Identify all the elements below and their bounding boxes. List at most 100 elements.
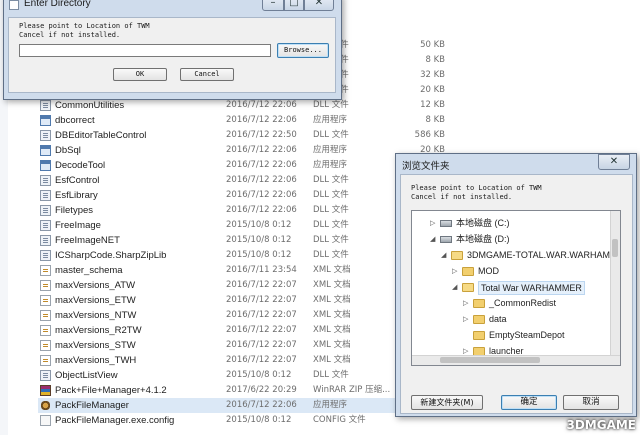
expanded-chevron-icon[interactable]: ◢ — [441, 248, 449, 263]
file-row[interactable]: maxVersions_ATW 2016/7/12 22:07 XML 文档 — [38, 278, 448, 293]
tree-node-label: MOD — [478, 266, 499, 276]
new-folder-button[interactable]: 新建文件夹(M) — [411, 395, 483, 410]
file-size: 8 KB — [425, 115, 445, 125]
tree-node-label: 3DMGAME-TOTAL.WAR.WARHAMMER — [467, 250, 621, 260]
file-row[interactable]: maxVersions_NTW 2016/7/12 22:07 XML 文档 — [38, 308, 448, 323]
file-name: Filetypes — [55, 205, 94, 216]
file-row[interactable]: ICSharpCode.SharpZipLib 2015/10/8 0:12 DLL… — [38, 248, 448, 263]
file-name: ObjectListView — [55, 370, 118, 381]
xml-file-icon — [40, 265, 51, 276]
browse-close-button[interactable]: ✕ — [598, 154, 630, 170]
file-name: EsfControl — [55, 175, 100, 186]
close-icon: ✕ — [609, 156, 619, 167]
browse-cancel-button[interactable]: 取消 — [563, 395, 619, 410]
file-row[interactable]: DbSql 2016/7/12 22:06 应用程序 20 KB — [38, 143, 448, 158]
folder-icon — [462, 267, 474, 276]
close-button[interactable]: ✕ — [304, 0, 334, 11]
collapsed-chevron-icon[interactable]: ▷ — [430, 216, 438, 231]
tree-node-label: 本地磁盘 (C:) — [456, 218, 510, 228]
file-row[interactable]: maxVersions_ETW 2016/7/12 22:07 XML 文档 — [38, 293, 448, 308]
file-type: DLL 文件 — [313, 220, 349, 230]
file-date: 2016/7/12 22:07 — [226, 295, 297, 305]
file-row[interactable]: maxVersions_TWH 2016/7/12 22:07 XML 文档 — [38, 353, 448, 368]
collapsed-chevron-icon[interactable]: ▷ — [463, 312, 471, 327]
winrar-archive-icon — [40, 385, 51, 396]
file-row[interactable]: master_schema 2016/7/11 23:54 XML 文档 — [38, 263, 448, 278]
file-row[interactable]: EsfLibrary 2016/7/12 22:06 DLL 文件 — [38, 188, 448, 203]
ok-button[interactable]: OK — [113, 68, 167, 81]
browse-dialog-title: 浏览文件夹 — [402, 161, 450, 172]
expanded-chevron-icon[interactable]: ◢ — [452, 280, 460, 295]
dll-file-icon — [40, 370, 51, 381]
minimize-button[interactable]: – — [262, 0, 284, 11]
dialog-client-area: Please point to Location of TWM Cancel i… — [8, 17, 336, 93]
browse-folder-dialog: 浏览文件夹 ✕ Please point to Location of TWM … — [395, 153, 637, 417]
dll-file-icon — [40, 175, 51, 186]
file-row[interactable]: maxVersions_STW 2016/7/12 22:07 XML 文档 — [38, 338, 448, 353]
file-row[interactable]: dbcorrect 2016/7/12 22:06 应用程序 8 KB — [38, 113, 448, 128]
file-date: 2015/10/8 0:12 — [226, 220, 292, 230]
folder-icon — [473, 315, 485, 324]
xml-file-icon — [40, 340, 51, 351]
file-date: 2016/7/12 22:07 — [226, 310, 297, 320]
file-row[interactable]: DBEditorTableControl 2016/7/12 22:50 DLL 文… — [38, 128, 448, 143]
file-size: 50 KB — [420, 40, 445, 50]
folder-tree[interactable]: ▷ 本地磁盘 (C:) ◢ 本地磁盘 (D:) ◢ 3DMGAME-TOTAL.WAR.W… — [411, 210, 621, 366]
tree-node-label: 本地磁盘 (D:) — [456, 234, 510, 244]
file-type: 应用程序 — [313, 115, 348, 125]
file-size: 20 KB — [420, 85, 445, 95]
file-row[interactable]: FreeImageNET 2015/10/8 0:12 DLL 文件 — [38, 233, 448, 248]
confirm-button[interactable]: 确定 — [501, 395, 557, 410]
tree-horizontal-scrollbar[interactable] — [412, 355, 620, 365]
file-date: 2015/10/8 0:12 — [226, 250, 292, 260]
collapsed-chevron-icon[interactable]: ▷ — [463, 296, 471, 311]
dialog-app-icon — [9, 0, 19, 10]
maximize-button[interactable]: □ — [284, 0, 304, 11]
browse-prompt-line-2: Cancel if not installed. — [411, 193, 513, 201]
tree-horizontal-scroll-thumb[interactable] — [440, 357, 540, 363]
file-name: Pack+File+Manager+4.1.2 — [55, 385, 167, 396]
file-type: XML 文档 — [313, 280, 351, 290]
xml-file-icon — [40, 310, 51, 321]
dll-file-icon — [40, 205, 51, 216]
file-name: maxVersions_TWH — [55, 355, 137, 366]
file-name: DbSql — [55, 145, 81, 156]
file-name: maxVersions_ATW — [55, 280, 136, 291]
collapsed-chevron-icon[interactable]: ▷ — [452, 264, 460, 279]
file-type: DLL 文件 — [313, 130, 349, 140]
file-row[interactable]: DecodeTool 2016/7/12 22:06 应用程序 — [38, 158, 448, 173]
file-row[interactable]: ObjectListView 2015/10/8 0:12 DLL 文件 — [38, 368, 448, 383]
file-row[interactable]: maxVersions_R2TW 2016/7/12 22:07 XML 文档 — [38, 323, 448, 338]
file-row[interactable]: PackFileManager.exe.config 2015/10/8 0:12… — [38, 413, 448, 428]
exe-app-icon — [40, 145, 51, 156]
file-row[interactable]: PackFileManager 2016/7/12 22:06 应用程序 — [38, 398, 448, 413]
file-type: DLL 文件 — [313, 190, 349, 200]
file-type: 应用程序 — [313, 145, 348, 155]
enter-directory-dialog: Enter Directory – □ ✕ Please point to Lo… — [3, 0, 342, 100]
file-date: 2016/7/12 22:07 — [226, 325, 297, 335]
file-row[interactable]: CommonUtilities 2016/7/12 22:06 DLL 文件 12 K… — [38, 98, 448, 113]
cancel-button[interactable]: Cancel — [180, 68, 234, 81]
tree-vertical-scrollbar[interactable] — [610, 211, 620, 365]
file-name: master_schema — [55, 265, 123, 276]
file-type: XML 文档 — [313, 295, 351, 305]
file-name: ICSharpCode.SharpZipLib — [55, 250, 167, 261]
file-type: DLL 文件 — [313, 100, 349, 110]
browse-button[interactable]: Browse... — [277, 43, 329, 58]
dll-file-icon — [40, 100, 51, 111]
expanded-chevron-icon[interactable]: ◢ — [430, 232, 438, 247]
file-name: FreeImageNET — [55, 235, 120, 246]
file-row[interactable]: Filetypes 2016/7/12 22:06 DLL 文件 — [38, 203, 448, 218]
file-name: FreeImage — [55, 220, 101, 231]
file-name: maxVersions_R2TW — [55, 325, 142, 336]
tree-vertical-scroll-thumb[interactable] — [612, 239, 618, 257]
file-name: DBEditorTableControl — [55, 130, 147, 141]
directory-path-input[interactable] — [19, 44, 271, 57]
dll-file-icon — [40, 130, 51, 141]
tree-node-label: Total War WARHAMMER — [478, 281, 585, 295]
file-row[interactable]: Pack+File+Manager+4.1.2 2017/6/22 20:29 Wi… — [38, 383, 448, 398]
file-date: 2016/7/12 22:06 — [226, 400, 297, 410]
file-row[interactable]: FreeImage 2015/10/8 0:12 DLL 文件 — [38, 218, 448, 233]
dialog-title: Enter Directory — [24, 0, 91, 9]
file-row[interactable]: EsfControl 2016/7/12 22:06 DLL 文件 — [38, 173, 448, 188]
